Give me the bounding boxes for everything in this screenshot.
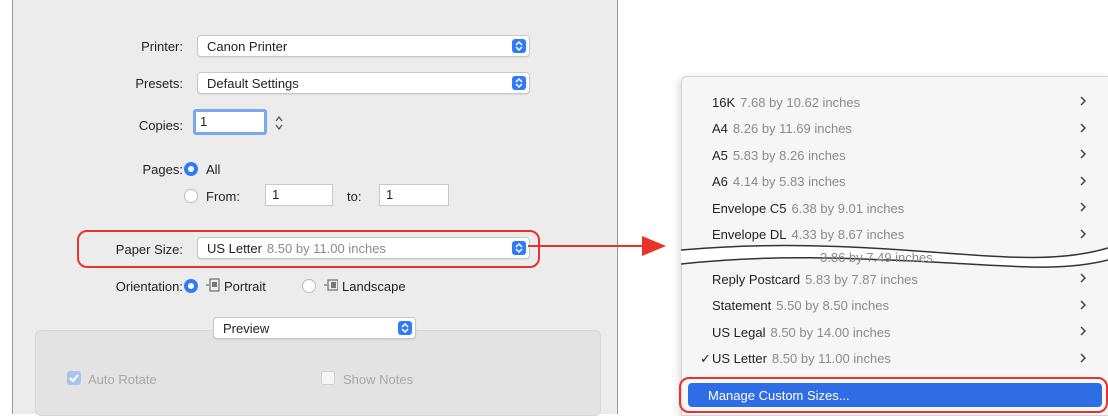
chevron-updown-icon: [398, 321, 412, 335]
menu-item[interactable]: ✓ US Letter 8.50 by 11.00 inches: [682, 346, 1108, 372]
menu-item-detail: 5.50 by 8.50 inches: [776, 298, 890, 313]
menu-item-detail: 8.50 by 14.00 inches: [770, 324, 891, 340]
presets-label: Presets:: [135, 76, 183, 91]
portrait-icon: [206, 278, 220, 295]
paper-size-label: Paper Size:: [115, 242, 183, 257]
copies-input[interactable]: 1: [193, 109, 267, 135]
menu-item-detail: 7.68 by 10.62 inches: [740, 94, 861, 110]
chevron-updown-icon: [512, 39, 526, 53]
menu-item-name: Envelope C5: [712, 200, 787, 216]
menu-item-name: A6: [712, 174, 728, 189]
portrait-radio[interactable]: [184, 279, 198, 293]
menu-item-name: A5: [712, 147, 728, 163]
chevron-right-icon: [1080, 202, 1087, 212]
copies-label: Copies:: [138, 118, 183, 133]
pages-to-label: to:: [347, 189, 362, 204]
partial-item-detail: 3.86 by 7.49 inches: [820, 250, 933, 265]
paper-size-select[interactable]: US Letter 8.50 by 11.00 inches: [197, 237, 530, 259]
chevron-right-icon: [1080, 96, 1087, 106]
auto-rotate-label: Auto Rotate: [88, 372, 157, 387]
chevron-right-icon: [1080, 352, 1087, 363]
paper-size-detail: 8.50 by 11.00 inches: [266, 240, 386, 256]
pages-all-label: All: [206, 162, 221, 177]
menu-item[interactable]: A5 5.83 by 8.26 inches: [682, 142, 1108, 168]
section-select-value: Preview: [223, 320, 270, 336]
menu-item[interactable]: A6 4.14 by 5.83 inches: [682, 169, 1108, 195]
menu-item-name: Statement: [712, 298, 772, 313]
menu-item-detail: 5.83 by 8.26 inches: [732, 147, 846, 163]
pages-from-label: From:: [206, 189, 240, 204]
menu-item-name: US Legal: [712, 324, 766, 340]
chevron-updown-icon: [512, 76, 526, 90]
menu-item-name: 16K: [712, 94, 736, 110]
manage-custom-sizes-label: Manage Custom Sizes...: [708, 387, 850, 403]
chevron-right-icon: [1080, 299, 1087, 310]
show-notes-checkbox[interactable]: [321, 371, 335, 385]
menu-item-detail: 6.38 by 9.01 inches: [791, 200, 905, 216]
paper-size-value: US Letter: [207, 240, 262, 256]
pages-to-input[interactable]: 1: [379, 184, 449, 206]
menu-item-detail: 8.50 by 11.00 inches: [771, 351, 891, 366]
menu-item-name: US Letter: [712, 351, 767, 366]
presets-value: Default Settings: [207, 75, 299, 91]
printer-value: Canon Printer: [207, 38, 288, 54]
portrait-label: Portrait: [224, 279, 266, 294]
chevron-right-icon: [1080, 149, 1087, 159]
presets-select[interactable]: Default Settings: [197, 72, 530, 94]
menu-item-detail: 4.14 by 5.83 inches: [732, 174, 846, 189]
pages-from-input[interactable]: 1: [265, 184, 333, 206]
manage-custom-sizes-item[interactable]: Manage Custom Sizes...: [688, 383, 1102, 407]
landscape-label: Landscape: [342, 279, 406, 294]
menu-item[interactable]: Envelope C5 6.38 by 9.01 inches: [682, 195, 1108, 221]
printer-select[interactable]: Canon Printer: [197, 35, 530, 57]
checkmark-icon: ✓: [700, 350, 711, 366]
menu-item[interactable]: A4 8.26 by 11.69 inches: [682, 116, 1108, 142]
auto-rotate-checkbox[interactable]: [67, 371, 81, 385]
menu-item-name: Reply Postcard: [712, 271, 801, 287]
copies-stepper[interactable]: [272, 112, 286, 134]
chevron-right-icon: [1080, 326, 1087, 336]
pages-all-radio[interactable]: [184, 162, 198, 176]
menu-item[interactable]: 16K 7.68 by 10.62 inches: [682, 89, 1108, 115]
pages-from-radio[interactable]: [184, 189, 198, 203]
section-select[interactable]: Preview: [213, 317, 416, 339]
landscape-icon: [324, 278, 339, 295]
menu-item-name: A4: [712, 121, 728, 136]
chevron-right-icon: [1080, 175, 1087, 186]
printer-label: Printer:: [141, 39, 183, 54]
menu-item-detail: 8.26 by 11.69 inches: [732, 121, 852, 136]
menu-item[interactable]: US Legal 8.50 by 14.00 inches: [682, 319, 1108, 345]
orientation-label: Orientation:: [115, 279, 183, 294]
callout-arrow: [528, 236, 666, 256]
print-dialog: Printer: Canon Printer Presets: Default …: [12, 0, 618, 416]
landscape-radio[interactable]: [302, 279, 316, 293]
chevron-right-icon: [1080, 273, 1087, 283]
chevron-right-icon: [1080, 122, 1087, 133]
menu-item[interactable]: Statement 5.50 by 8.50 inches: [682, 293, 1108, 319]
pages-label: Pages:: [142, 162, 183, 177]
chevron-updown-icon: [512, 241, 526, 255]
show-notes-label: Show Notes: [343, 372, 414, 387]
menu-item-detail: 5.83 by 7.87 inches: [805, 271, 918, 287]
